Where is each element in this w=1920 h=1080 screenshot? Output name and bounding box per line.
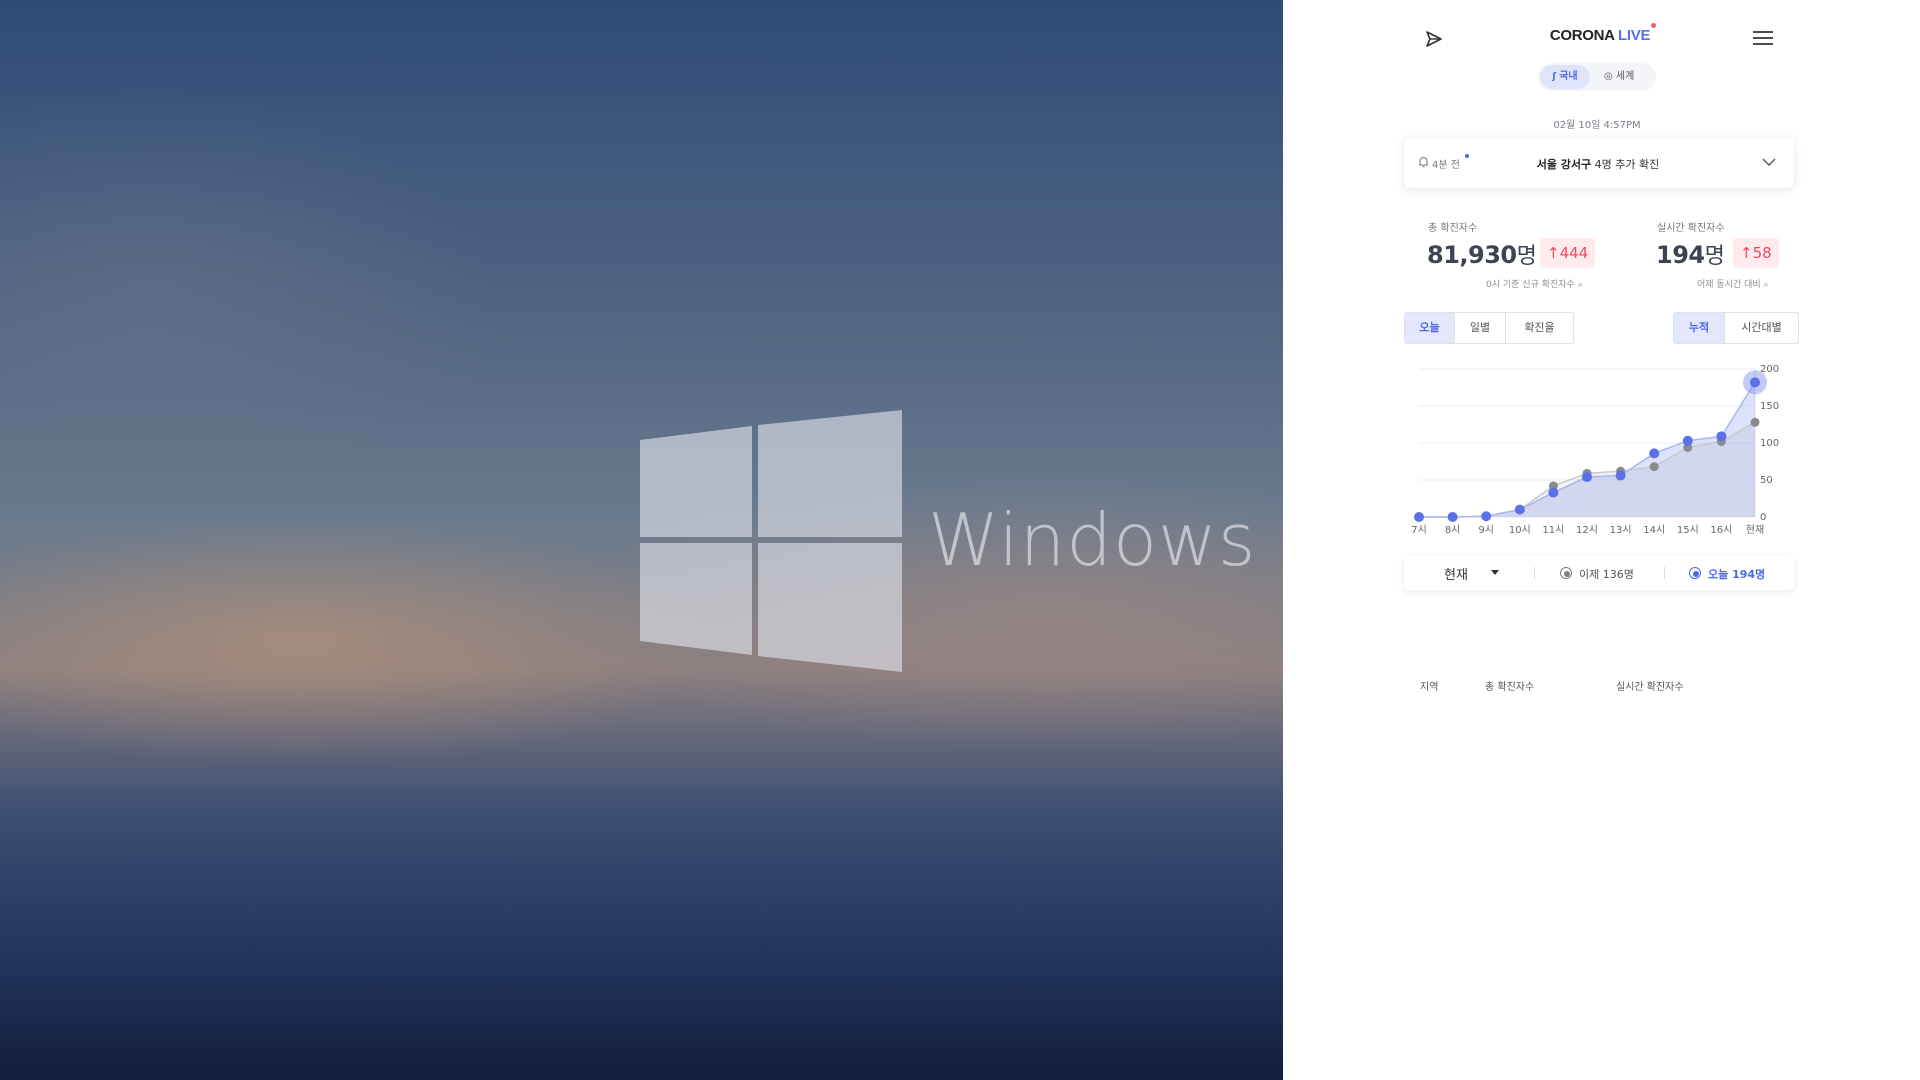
legend-divider <box>1664 567 1665 579</box>
chart-x-tick-label: 현재 <box>1746 524 1764 536</box>
total-cases-note: 0시 기준 신규 확진자수 ⌕ <box>1486 277 1583 290</box>
legend-divider <box>1534 567 1535 579</box>
app-logo[interactable]: CORONA LIVE <box>1545 27 1655 44</box>
realtime-cases-delta: 58 <box>1752 244 1772 262</box>
series-today-point <box>1615 470 1626 481</box>
series-today-point <box>1649 448 1660 459</box>
chart-y-tick-label: 100 <box>1760 438 1779 449</box>
windows-logo-icon <box>640 410 902 672</box>
total-cases-delta: 444 <box>1559 244 1589 262</box>
brand-corona: CORONA <box>1549 27 1615 44</box>
tab-world-label: 세계 <box>1615 71 1635 82</box>
series-yesterday-point <box>1649 462 1659 472</box>
total-cases-note-text: 0시 기준 신규 확진자수 <box>1486 280 1575 290</box>
chevron-down-icon[interactable] <box>1762 157 1776 167</box>
total-cases-number: 81,930 <box>1427 241 1517 269</box>
chart-x-tick-label: 15시 <box>1677 524 1699 536</box>
realtime-cases-note: 어제 동시간 대비 ⌕ <box>1697 277 1769 290</box>
brand-live: LIVE <box>1618 27 1651 44</box>
caret-down-icon[interactable] <box>1491 570 1499 575</box>
news-message: 서울 강서구 4명 추가 확진 <box>1480 156 1716 172</box>
chart-x-tick-label: 8시 <box>1445 524 1461 536</box>
news-new-dot <box>1465 154 1469 158</box>
chart-x-tick-label: 7시 <box>1411 524 1427 536</box>
chart-x-tick-label: 11시 <box>1542 524 1564 536</box>
series-today-point <box>1414 512 1424 522</box>
news-time: 4분 전 <box>1432 160 1460 171</box>
tab-daily[interactable]: 일별 <box>1455 313 1506 343</box>
hourly-cases-chart: 0501001502007시 8시 9시 10시 11시 12시 13시 14시 15시 16시 현… <box>1411 364 1779 536</box>
brand-dot <box>1651 23 1656 28</box>
bell-icon <box>1419 157 1428 167</box>
pin-icon: ⌕ <box>1577 280 1583 290</box>
period-tabs: 오늘 일별 확진율 <box>1404 312 1574 344</box>
today-legend-label[interactable]: 오늘 194명 <box>1708 566 1765 582</box>
table-header-region[interactable]: 지역 <box>1420 678 1438 693</box>
desktop-wallpaper: Windows 10 <box>0 0 1283 1080</box>
series-today-point <box>1716 431 1727 442</box>
realtime-cases-note-text: 어제 동시간 대비 <box>1697 280 1761 290</box>
send-icon[interactable] <box>1425 30 1443 48</box>
realtime-cases-value: 194명 <box>1656 238 1725 270</box>
series-today-point <box>1548 487 1559 498</box>
chart-x-tick-label: 12시 <box>1576 524 1598 536</box>
chart-x-tick-label: 9시 <box>1478 524 1494 536</box>
chart-y-tick-label: 50 <box>1760 475 1773 486</box>
series-today-point <box>1514 504 1525 515</box>
realtime-cases-number: 194 <box>1656 241 1705 269</box>
tab-world[interactable]: ◎ 세계 <box>1596 65 1642 89</box>
today-legend-dot[interactable] <box>1689 567 1701 579</box>
tab-today[interactable]: 오늘 <box>1405 313 1455 343</box>
total-cases-unit: 명 <box>1516 244 1537 269</box>
news-body: 4명 추가 확진 <box>1594 158 1660 171</box>
tab-hourly[interactable]: 시간대별 <box>1725 313 1798 343</box>
time-select[interactable]: 현재 <box>1444 564 1468 583</box>
total-cases-value: 81,930명 <box>1427 238 1537 270</box>
series-today-point <box>1447 512 1458 522</box>
table-header-total[interactable]: 총 확진자수 <box>1485 678 1534 693</box>
update-datetime: 02월 10일 4:57PM <box>1553 120 1641 131</box>
tab-domestic[interactable]: ʃ 국내 <box>1540 65 1590 89</box>
series-today-point <box>1750 377 1760 388</box>
chart-x-tick-label: 16시 <box>1710 524 1732 536</box>
pin-icon: ⌕ <box>1763 280 1769 290</box>
tab-domestic-label: 국내 <box>1559 71 1578 82</box>
yesterday-legend-label[interactable]: 이제 136명 <box>1579 566 1634 582</box>
news-location: 서울 강서구 <box>1536 158 1592 171</box>
realtime-cases-delta-badge: ↑58 <box>1733 238 1779 268</box>
chart-y-tick-label: 150 <box>1760 401 1779 412</box>
table-header-realtime[interactable]: 실시간 확진자수 <box>1616 678 1684 693</box>
yesterday-legend-dot[interactable] <box>1560 567 1572 579</box>
series-yesterday-point <box>1750 417 1760 427</box>
chart-y-tick-label: 0 <box>1760 512 1766 523</box>
series-today-point <box>1481 511 1492 522</box>
realtime-cases-unit: 명 <box>1704 244 1725 269</box>
series-today-point <box>1582 472 1592 483</box>
tab-rate[interactable]: 확진율 <box>1506 313 1573 343</box>
series-today-point <box>1682 435 1693 446</box>
total-cases-delta-badge: ↑444 <box>1540 238 1596 268</box>
arrow-up-icon: ↑ <box>1740 244 1753 262</box>
chart-x-tick-label: 14시 <box>1643 524 1665 536</box>
chart-x-tick-label: 13시 <box>1610 524 1632 536</box>
tab-cumulative[interactable]: 누적 <box>1674 313 1725 343</box>
arrow-up-icon: ↑ <box>1547 244 1560 262</box>
realtime-cases-label: 실시간 확진자수 <box>1657 223 1725 234</box>
chart-x-tick-label: 10시 <box>1509 524 1531 536</box>
series-today-area <box>1419 382 1755 517</box>
total-cases-label: 총 확진자수 <box>1428 223 1478 234</box>
region-toggle: ʃ 국내 ◎ 세계 <box>1538 63 1656 91</box>
mode-tabs: 누적 시간대별 <box>1673 312 1799 344</box>
hamburger-menu-icon[interactable] <box>1752 29 1774 47</box>
globe-icon: ◎ <box>1604 71 1616 82</box>
windows-10-wordmark: Windows 10 <box>928 498 1283 582</box>
